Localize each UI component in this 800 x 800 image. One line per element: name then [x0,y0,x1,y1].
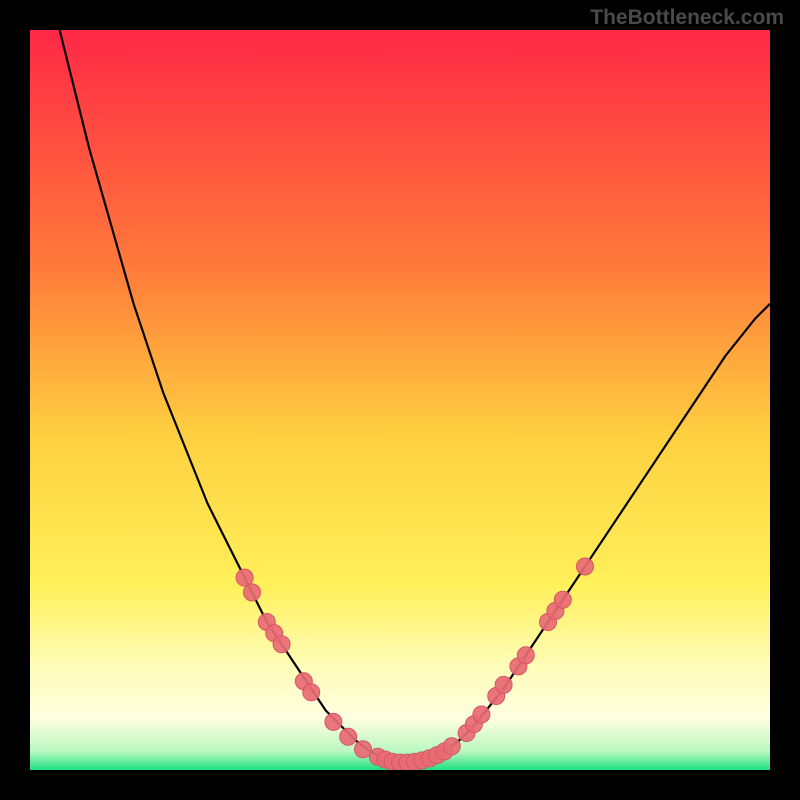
chart-container: TheBottleneck.com [0,0,800,800]
plot-area [30,30,770,770]
data-point-marker [554,591,571,608]
watermark-text: TheBottleneck.com [590,6,784,30]
data-point-marker [303,684,320,701]
data-point-marker [443,738,460,755]
data-point-marker [325,713,342,730]
data-point-marker [340,728,357,745]
data-point-marker [495,676,512,693]
data-point-marker [577,558,594,575]
chart-svg [30,30,770,770]
data-point-marker [473,706,490,723]
data-point-marker [517,647,534,664]
data-point-marker [244,584,261,601]
data-point-marker [273,636,290,653]
gradient-background [30,30,770,770]
